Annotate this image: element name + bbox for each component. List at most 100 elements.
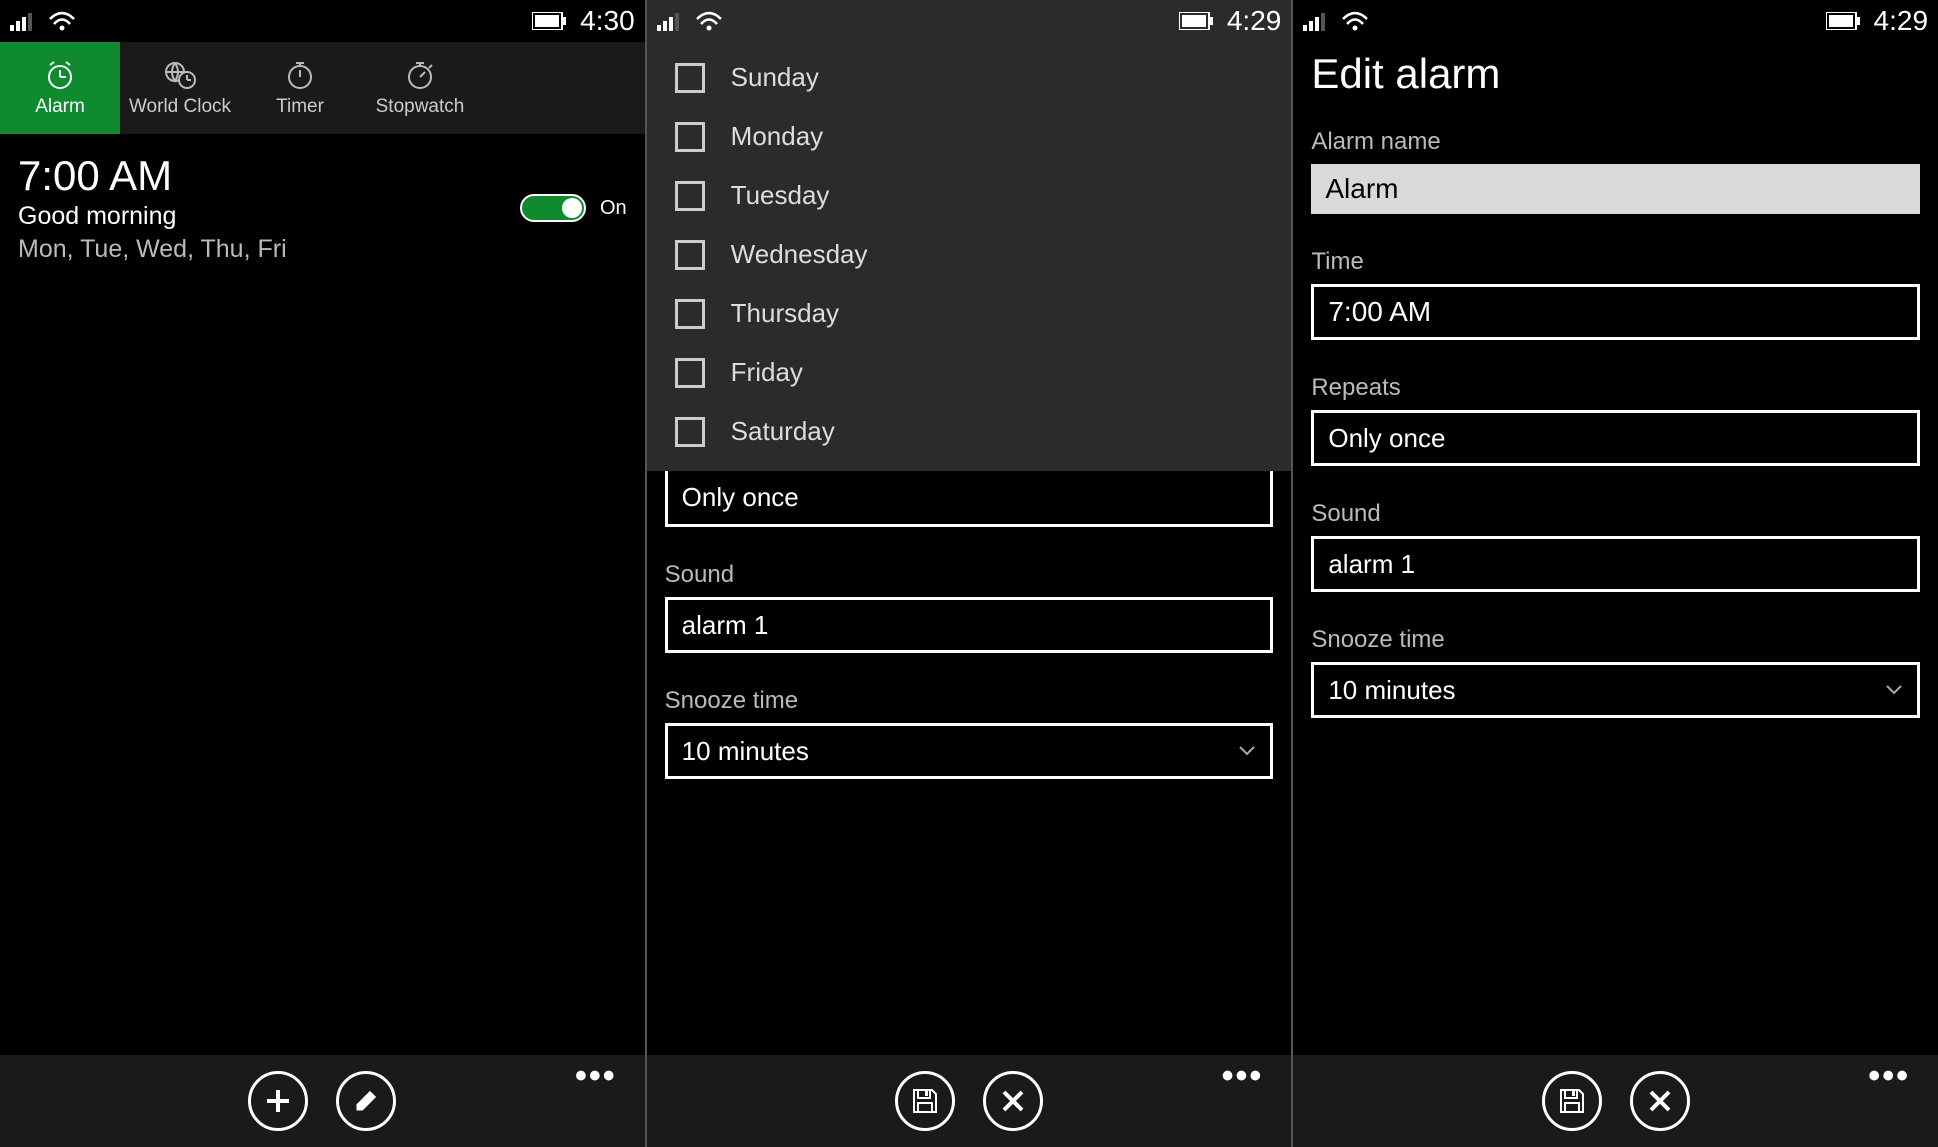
more-button[interactable]: •••: [575, 1071, 617, 1081]
tab-stopwatch[interactable]: Stopwatch: [360, 42, 480, 134]
alarm-time: 7:00 AM: [18, 152, 287, 200]
checkbox-icon: [675, 181, 705, 211]
day-label: Thursday: [731, 298, 839, 329]
time-field-label: Time: [1311, 248, 1920, 276]
snooze-value: 10 minutes: [1328, 675, 1455, 706]
snooze-field-label: Snooze time: [665, 687, 1274, 715]
tab-timer[interactable]: Timer: [240, 42, 360, 134]
globe-clock-icon: [163, 58, 197, 92]
sound-field: Sound alarm 1: [665, 561, 1274, 653]
nav-tabs: Alarm World Clock Timer Stopwatch: [0, 42, 645, 134]
alarm-name-field: Alarm name: [1311, 128, 1920, 214]
battery-icon: [1826, 12, 1860, 30]
alarm-toggle[interactable]: [520, 194, 586, 222]
wifi-icon: [1341, 11, 1369, 31]
screen-repeat-picker: 4:29 Sunday Monday Tuesday Wednesday Thu…: [647, 0, 1292, 1147]
wifi-icon: [695, 11, 723, 31]
time-select[interactable]: 7:00 AM: [1311, 284, 1920, 340]
repeats-value: Only once: [1328, 423, 1445, 454]
repeats-field: Repeats Only once: [1311, 374, 1920, 466]
sound-value: alarm 1: [1328, 549, 1415, 580]
save-button[interactable]: [1542, 1071, 1602, 1131]
edit-button[interactable]: [336, 1071, 396, 1131]
repeats-value: Only once: [682, 482, 799, 513]
battery-icon: [1179, 12, 1213, 30]
snooze-select[interactable]: 10 minutes: [1311, 662, 1920, 718]
time-field: Time 7:00 AM: [1311, 248, 1920, 340]
alarm-item[interactable]: 7:00 AM Good morning Mon, Tue, Wed, Thu,…: [18, 152, 627, 264]
snooze-select[interactable]: 10 minutes: [665, 723, 1274, 779]
sound-select[interactable]: alarm 1: [1311, 536, 1920, 592]
checkbox-icon: [675, 63, 705, 93]
sound-field: Sound alarm 1: [1311, 500, 1920, 592]
alarm-toggle-state: On: [600, 197, 627, 220]
status-bar: 4:30: [0, 0, 645, 42]
app-bar: •••: [0, 1055, 645, 1147]
tab-label: Stopwatch: [376, 96, 465, 118]
snooze-value: 10 minutes: [682, 736, 809, 767]
save-button[interactable]: [895, 1071, 955, 1131]
alarm-list: 7:00 AM Good morning Mon, Tue, Wed, Thu,…: [0, 134, 645, 282]
app-bar: •••: [647, 1055, 1292, 1147]
day-option-wednesday[interactable]: Wednesday: [647, 225, 1292, 284]
status-bar: 4:29: [647, 0, 1292, 42]
status-clock: 4:29: [1874, 5, 1929, 37]
app-bar: •••: [1293, 1055, 1938, 1147]
cancel-button[interactable]: [983, 1071, 1043, 1131]
day-option-monday[interactable]: Monday: [647, 107, 1292, 166]
day-option-sunday[interactable]: Sunday: [647, 48, 1292, 107]
day-option-thursday[interactable]: Thursday: [647, 284, 1292, 343]
alarm-name-label: Alarm name: [1311, 128, 1920, 156]
stopwatch-icon: [405, 58, 435, 92]
alarm-clock-icon: [44, 58, 76, 92]
checkbox-icon: [675, 417, 705, 447]
tab-world-clock[interactable]: World Clock: [120, 42, 240, 134]
cancel-button[interactable]: [1630, 1071, 1690, 1131]
sound-field-label: Sound: [1311, 500, 1920, 528]
repeats-field-label: Repeats: [1311, 374, 1920, 402]
battery-icon: [532, 12, 566, 30]
signal-icon: [1303, 11, 1327, 31]
time-value: 7:00 AM: [1328, 296, 1431, 328]
repeats-select[interactable]: Only once: [665, 471, 1274, 527]
more-button[interactable]: •••: [1868, 1071, 1910, 1081]
tab-alarm[interactable]: Alarm: [0, 42, 120, 134]
tab-label: Timer: [276, 96, 324, 118]
snooze-field-label: Snooze time: [1311, 626, 1920, 654]
day-option-friday[interactable]: Friday: [647, 343, 1292, 402]
day-label: Wednesday: [731, 239, 868, 270]
snooze-field: Snooze time 10 minutes: [1311, 626, 1920, 718]
day-option-saturday[interactable]: Saturday: [647, 402, 1292, 461]
add-button[interactable]: [248, 1071, 308, 1131]
chevron-down-icon: [1885, 684, 1903, 696]
checkbox-icon: [675, 299, 705, 329]
day-label: Saturday: [731, 416, 835, 447]
day-option-tuesday[interactable]: Tuesday: [647, 166, 1292, 225]
more-button[interactable]: •••: [1222, 1071, 1264, 1081]
signal-icon: [657, 11, 681, 31]
tab-label: Alarm: [35, 96, 85, 118]
day-label: Monday: [731, 121, 824, 152]
page-title: Edit alarm: [1293, 42, 1938, 108]
chevron-down-icon: [1238, 745, 1256, 757]
day-label: Sunday: [731, 62, 819, 93]
status-clock: 4:29: [1227, 5, 1282, 37]
snooze-field: Snooze time 10 minutes: [665, 687, 1274, 779]
screen-edit-alarm: 4:29 Edit alarm Alarm name Time 7:00 AM …: [1293, 0, 1938, 1147]
alarm-label: Good morning: [18, 202, 287, 231]
sound-select[interactable]: alarm 1: [665, 597, 1274, 653]
repeats-select[interactable]: Only once: [1311, 410, 1920, 466]
timer-icon: [285, 58, 315, 92]
status-bar: 4:29: [1293, 0, 1938, 42]
screen-alarm-list: 4:30 Alarm World Clock Timer Stopwatc: [0, 0, 645, 1147]
signal-icon: [10, 11, 34, 31]
tab-label: World Clock: [129, 96, 231, 118]
checkbox-icon: [675, 122, 705, 152]
checkbox-icon: [675, 240, 705, 270]
status-clock: 4:30: [580, 5, 635, 37]
alarm-name-input[interactable]: [1311, 164, 1920, 214]
alarm-days: Mon, Tue, Wed, Thu, Fri: [18, 235, 287, 264]
sound-field-label: Sound: [665, 561, 1274, 589]
day-picker-popup: Sunday Monday Tuesday Wednesday Thursday…: [647, 42, 1292, 471]
checkbox-icon: [675, 358, 705, 388]
